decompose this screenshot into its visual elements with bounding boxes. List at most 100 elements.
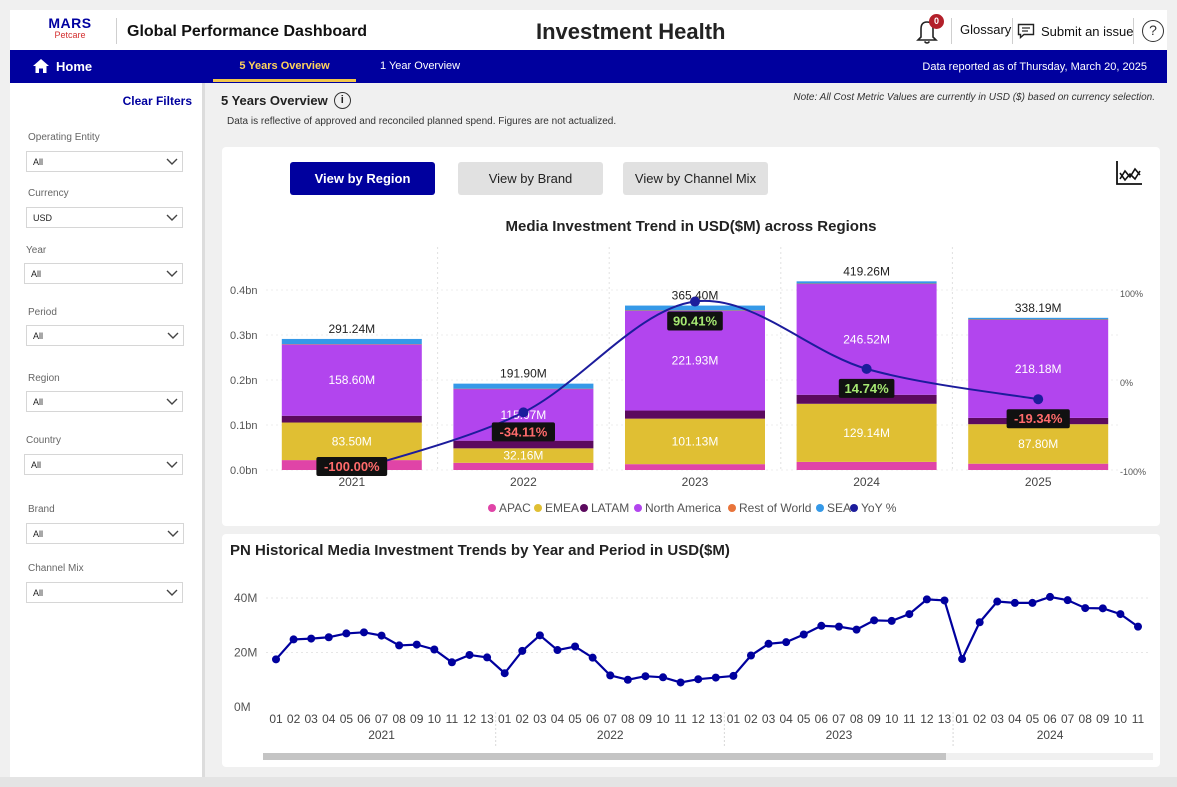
bar-segment-sea[interactable] — [453, 383, 594, 389]
yoy-point[interactable] — [690, 296, 700, 307]
bar-segment-rest-of-world[interactable] — [625, 310, 765, 311]
trend-point[interactable] — [905, 610, 914, 619]
bar-segment-rest-of-world[interactable] — [281, 344, 422, 345]
trend-point[interactable] — [1081, 604, 1090, 613]
legend-label-north-america[interactable]: North America — [645, 501, 721, 515]
bar-segment-apac[interactable] — [968, 463, 1109, 470]
trend-point[interactable] — [852, 625, 861, 634]
bar-segment-rest-of-world[interactable] — [796, 283, 937, 285]
trend-point[interactable] — [975, 618, 984, 627]
trend-point[interactable] — [623, 675, 632, 684]
trend-point[interactable] — [412, 640, 421, 649]
trend-point[interactable] — [887, 616, 896, 625]
tab-5-years-overview[interactable]: 5 Years Overview — [213, 50, 356, 83]
filter-dropdown-country[interactable]: All — [24, 454, 183, 475]
trend-point[interactable] — [659, 673, 668, 682]
bar-segment-sea[interactable] — [281, 338, 422, 345]
trend-point[interactable] — [359, 628, 368, 637]
trend-point[interactable] — [483, 653, 492, 662]
filter-dropdown-channel-mix[interactable]: All — [26, 582, 183, 603]
trend-point[interactable] — [606, 671, 615, 680]
trend-point[interactable] — [465, 650, 474, 659]
bar-segment-latam[interactable] — [453, 440, 594, 449]
trend-point[interactable] — [1010, 598, 1019, 607]
filter-dropdown-brand[interactable]: All — [26, 523, 184, 544]
trend-point[interactable] — [764, 639, 773, 648]
legend-label-yoy[interactable]: YoY % — [861, 501, 897, 515]
bar-total-label: 338.19M — [1015, 301, 1062, 315]
period-tick-label: 11 — [903, 712, 916, 726]
trend-point[interactable] — [817, 621, 826, 630]
legend-label-sea[interactable]: SEA — [827, 501, 851, 515]
yoy-point[interactable] — [861, 363, 872, 374]
trend-point[interactable] — [641, 672, 650, 681]
trend-point[interactable] — [518, 646, 527, 655]
trend-point[interactable] — [993, 597, 1002, 606]
trend-point[interactable] — [324, 633, 333, 642]
trend-point[interactable] — [1134, 622, 1142, 631]
bar-segment-rest-of-world[interactable] — [453, 388, 594, 390]
bar-segment-apac[interactable] — [453, 462, 594, 470]
bar-segment-apac[interactable] — [796, 461, 937, 470]
filter-dropdown-operating-entity[interactable]: All — [26, 151, 183, 172]
trend-point[interactable] — [500, 669, 509, 678]
trend-point[interactable] — [447, 658, 456, 667]
filter-dropdown-year[interactable]: All — [24, 263, 183, 284]
submit-issue-button[interactable]: Submit an issue — [1017, 19, 1134, 43]
yoy-point[interactable] — [518, 407, 529, 418]
trend-point[interactable] — [746, 651, 755, 660]
info-icon[interactable]: i — [333, 92, 351, 109]
trend-point[interactable] — [272, 655, 280, 664]
segment-data-label: 129.14M — [843, 426, 890, 440]
trend-point[interactable] — [940, 596, 949, 605]
trend-point[interactable] — [1046, 592, 1055, 601]
trend-point[interactable] — [1098, 604, 1107, 613]
tab-1-year-overview[interactable]: 1 Year Overview — [380, 50, 460, 83]
trend-point[interactable] — [958, 655, 967, 664]
trend-point[interactable] — [1028, 598, 1037, 607]
clear-filters-button[interactable]: Clear Filters — [123, 94, 192, 108]
trend-point[interactable] — [711, 673, 720, 682]
scrollbar-thumb[interactable] — [263, 753, 946, 760]
trend-point[interactable] — [870, 616, 879, 625]
filter-dropdown-currency[interactable]: USD — [26, 207, 183, 228]
bar-segment-apac[interactable] — [625, 464, 765, 470]
trend-point[interactable] — [430, 645, 439, 654]
filter-dropdown-region[interactable]: All — [26, 391, 183, 412]
bar-segment-latam[interactable] — [625, 410, 765, 419]
bar-segment-latam[interactable] — [281, 415, 422, 423]
trend-point[interactable] — [307, 634, 316, 643]
home-button[interactable]: Home — [32, 58, 92, 74]
trend-point[interactable] — [676, 678, 685, 687]
trend-point[interactable] — [694, 675, 703, 684]
trend-point[interactable] — [535, 631, 544, 640]
glossary-link[interactable]: Glossary — [960, 22, 1011, 37]
trend-point[interactable] — [1063, 596, 1072, 605]
trend-point[interactable] — [342, 629, 351, 638]
y-tick-label: 0.3bn — [230, 330, 258, 342]
trend-point[interactable] — [729, 671, 738, 680]
legend-label-emea[interactable]: EMEA — [545, 501, 579, 515]
legend-label-latam[interactable]: LATAM — [591, 501, 629, 515]
trend-point[interactable] — [922, 595, 931, 604]
bar-segment-rest-of-world[interactable] — [968, 319, 1109, 320]
legend-label-rest-of-world[interactable]: Rest of World — [739, 501, 811, 515]
trend-point[interactable] — [588, 653, 597, 662]
bar-segment-sea[interactable] — [968, 317, 1109, 320]
trend-point[interactable] — [395, 641, 404, 650]
help-icon[interactable]: ? — [1142, 20, 1164, 42]
trend-point[interactable] — [799, 630, 808, 639]
trend-point[interactable] — [289, 635, 298, 644]
filter-dropdown-period[interactable]: All — [26, 325, 184, 346]
trend-point[interactable] — [1116, 610, 1125, 619]
chevron-down-icon — [166, 398, 178, 405]
trend-point[interactable] — [782, 638, 791, 647]
bar-segment-sea[interactable] — [796, 281, 937, 284]
trend-point[interactable] — [377, 631, 386, 640]
trend-point[interactable] — [553, 646, 562, 655]
mars-petcare-logo[interactable]: MARS Petcare — [40, 16, 100, 40]
trend-point[interactable] — [571, 642, 580, 651]
yoy-point[interactable] — [1033, 394, 1044, 405]
trend-point[interactable] — [834, 622, 843, 631]
legend-label-apac[interactable]: APAC — [499, 501, 531, 515]
